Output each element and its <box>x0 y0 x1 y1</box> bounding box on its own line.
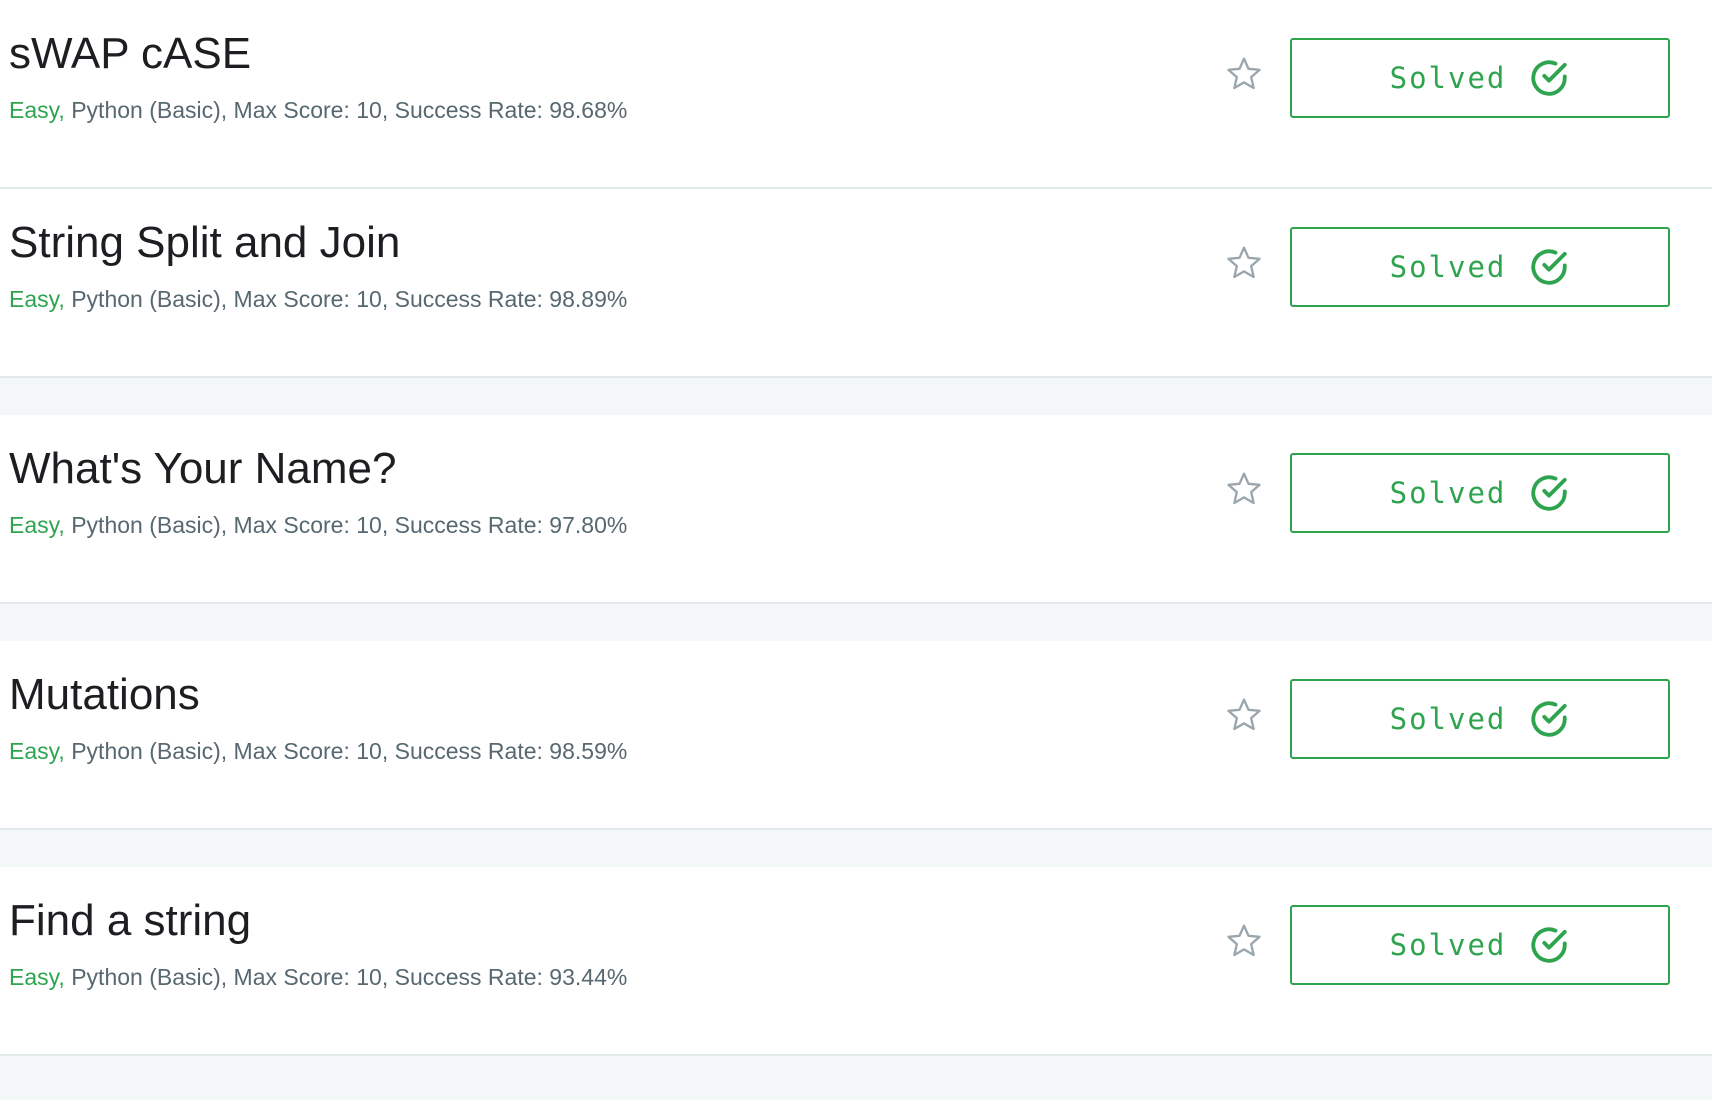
challenge-list: sWAP cASE Easy, Python (Basic), Max Scor… <box>0 0 1712 1100</box>
star-outline-icon[interactable] <box>1224 54 1264 94</box>
solved-label: Solved <box>1389 702 1507 736</box>
challenge-title[interactable]: String Split and Join <box>9 213 400 273</box>
challenge-title[interactable]: Find a string <box>9 891 251 951</box>
check-circle-icon <box>1531 701 1568 737</box>
challenge-details: Python (Basic), Max Score: 10, Success R… <box>64 97 628 123</box>
challenge-card[interactable]: What's Your Name? Easy, Python (Basic), … <box>0 415 1712 604</box>
challenge-details: Python (Basic), Max Score: 10, Success R… <box>64 286 628 312</box>
difficulty-label: Easy, <box>9 964 65 990</box>
star-outline-icon[interactable] <box>1224 243 1264 283</box>
challenge-meta: Easy, Python (Basic), Max Score: 10, Suc… <box>9 735 627 767</box>
challenge-card[interactable]: sWAP cASE Easy, Python (Basic), Max Scor… <box>0 0 1712 189</box>
difficulty-label: Easy, <box>9 512 65 538</box>
star-outline-icon[interactable] <box>1224 695 1264 735</box>
challenge-details: Python (Basic), Max Score: 10, Success R… <box>64 512 628 538</box>
solved-label: Solved <box>1389 476 1507 510</box>
challenge-meta: Easy, Python (Basic), Max Score: 10, Suc… <box>9 283 627 315</box>
star-outline-icon[interactable] <box>1224 469 1264 509</box>
solved-button[interactable]: Solved <box>1290 905 1670 985</box>
challenge-card[interactable]: Mutations Easy, Python (Basic), Max Scor… <box>0 641 1712 830</box>
check-circle-icon <box>1531 249 1568 285</box>
challenge-meta: Easy, Python (Basic), Max Score: 10, Suc… <box>9 94 627 126</box>
solved-button[interactable]: Solved <box>1290 679 1670 759</box>
difficulty-label: Easy, <box>9 738 65 764</box>
check-circle-icon <box>1531 927 1568 963</box>
challenge-title[interactable]: What's Your Name? <box>9 439 397 499</box>
difficulty-label: Easy, <box>9 97 65 123</box>
challenge-title[interactable]: sWAP cASE <box>9 24 251 84</box>
challenge-details: Python (Basic), Max Score: 10, Success R… <box>64 964 628 990</box>
challenge-title[interactable]: Mutations <box>9 665 200 725</box>
challenge-details: Python (Basic), Max Score: 10, Success R… <box>64 738 628 764</box>
difficulty-label: Easy, <box>9 286 65 312</box>
star-outline-icon[interactable] <box>1224 921 1264 961</box>
challenge-card[interactable]: String Split and Join Easy, Python (Basi… <box>0 189 1712 378</box>
solved-label: Solved <box>1389 61 1507 95</box>
solved-button[interactable]: Solved <box>1290 38 1670 118</box>
solved-label: Solved <box>1389 928 1507 962</box>
solved-button[interactable]: Solved <box>1290 227 1670 307</box>
check-circle-icon <box>1531 60 1568 96</box>
challenge-card[interactable]: Find a string Easy, Python (Basic), Max … <box>0 867 1712 1056</box>
check-circle-icon <box>1531 475 1568 511</box>
challenge-meta: Easy, Python (Basic), Max Score: 10, Suc… <box>9 509 627 541</box>
challenge-meta: Easy, Python (Basic), Max Score: 10, Suc… <box>9 961 627 993</box>
solved-button[interactable]: Solved <box>1290 453 1670 533</box>
solved-label: Solved <box>1389 250 1507 284</box>
